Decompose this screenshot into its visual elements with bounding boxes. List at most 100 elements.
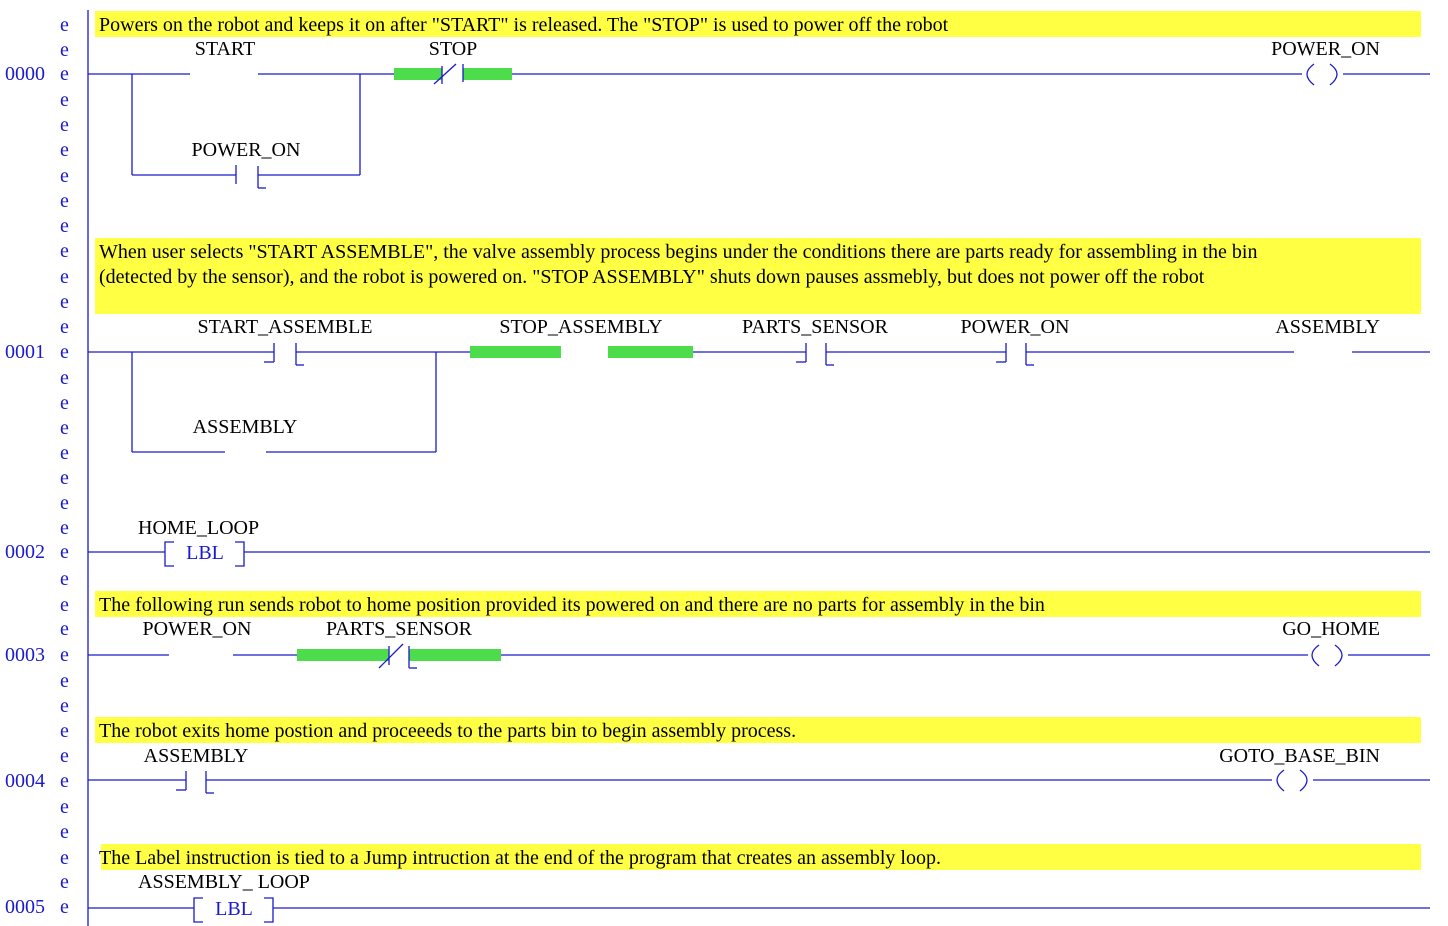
gutter-marker: e <box>60 240 69 262</box>
contact-stop-assembly[interactable] <box>470 346 693 358</box>
gutter-marker: e <box>60 417 69 439</box>
coil-right-arc <box>1299 769 1308 792</box>
coil-tag-goto-base-bin: GOTO_BASE_BIN <box>1219 745 1380 767</box>
rung-0002[interactable]: HOME_LOOP LBL <box>88 517 1430 567</box>
gutter-marker: e <box>60 492 69 514</box>
contact-tag-power-on: POWER_ON <box>143 618 252 640</box>
coil-go-home[interactable] <box>1311 644 1343 667</box>
gutter-marker: e <box>60 392 69 414</box>
energized-highlight <box>297 649 389 661</box>
contact-tag-parts-sensor: PARTS_SENSOR <box>742 316 889 338</box>
lbl-bracket-left <box>193 897 203 923</box>
gutter-marker: e <box>60 266 69 288</box>
rung-number-0001[interactable]: 0001 <box>5 341 45 363</box>
gutter-marker: e <box>60 618 69 640</box>
contact-parts-sensor-nc[interactable] <box>297 643 501 669</box>
ladder-logic-editor: eeeeeeeeeeeeeeeeeeeeeeeeeeeeeeeeeeee 000… <box>0 0 1448 926</box>
contact-tag-start-assemble: START_ASSEMBLE <box>198 316 373 338</box>
rung-comment-line: The following run sends robot to home po… <box>99 594 1045 616</box>
contact-tag-stop: STOP <box>429 38 478 60</box>
gutter-marker: e <box>60 568 69 590</box>
gutter-marker: e <box>60 341 69 363</box>
gutter-marker: e <box>60 695 69 717</box>
energized-highlight <box>470 346 561 358</box>
rung-0005[interactable]: The Label instruction is tied to a Jump … <box>88 844 1430 923</box>
gutter-marker: e <box>60 745 69 767</box>
contact-tag-power-on: POWER_ON <box>961 316 1070 338</box>
gutter-marker: e <box>60 644 69 666</box>
contact-stop-nc[interactable] <box>394 63 512 85</box>
coil-tag-go-home: GO_HOME <box>1282 618 1380 640</box>
gutter-marker: e <box>60 442 69 464</box>
coil-goto-base-bin[interactable] <box>1276 769 1308 792</box>
rung-0001[interactable]: When user selects "START ASSEMBLE", the … <box>88 238 1430 453</box>
coil-left-arc <box>1311 644 1320 667</box>
rung-number-0002[interactable]: 0002 <box>5 541 45 563</box>
lbl-instruction[interactable]: LBL <box>164 541 245 567</box>
rung-comment-line: (detected by the sensor), and the robot … <box>99 266 1205 288</box>
coil-left-arc <box>1306 63 1315 86</box>
gutter-marker: e <box>60 720 69 742</box>
gutter-marker: e <box>60 114 69 136</box>
gutter-marker: e <box>60 190 69 212</box>
branch-tag-assembly: ASSEMBLY <box>193 416 298 438</box>
ladder-diagram: eeeeeeeeeeeeeeeeeeeeeeeeeeeeeeeeeeee 000… <box>5 10 1430 926</box>
gutter-marker: e <box>60 165 69 187</box>
contact-tag-start: START <box>195 38 256 60</box>
rung-comment-line: The robot exits home postion and proceee… <box>99 720 796 742</box>
gutter-marker: e <box>60 316 69 338</box>
lbl-bracket-left <box>164 541 174 567</box>
lbl-bracket-right <box>264 897 274 923</box>
gutter-marker: e <box>60 39 69 61</box>
gutter-marker: e <box>60 89 69 111</box>
label-tag-assembly-loop: ASSEMBLY_ LOOP <box>138 871 310 893</box>
gutter-marker: e <box>60 215 69 237</box>
coil-right-arc <box>1329 63 1338 86</box>
rung-0000[interactable]: Powers on the robot and keeps it on afte… <box>88 11 1430 189</box>
rung-numbers: 0000 0001 0002 0003 0004 0005 <box>5 63 45 918</box>
gutter-marker: e <box>60 770 69 792</box>
gutter-markers: eeeeeeeeeeeeeeeeeeeeeeeeeeeeeeeeeeee <box>60 14 69 918</box>
lbl-text: LBL <box>215 898 253 920</box>
coil-left-arc <box>1276 769 1285 792</box>
coil-power-on[interactable] <box>1306 63 1338 86</box>
rung-comment-line: When user selects "START ASSEMBLE", the … <box>99 241 1257 263</box>
rung-0003[interactable]: The following run sends robot to home po… <box>88 591 1430 669</box>
rung-number-0003[interactable]: 0003 <box>5 644 45 666</box>
gutter-marker: e <box>60 896 69 918</box>
gutter-marker: e <box>60 367 69 389</box>
contact-tag-parts-sensor: PARTS_SENSOR <box>326 618 473 640</box>
lbl-bracket-right <box>235 541 245 567</box>
gutter-marker: e <box>60 821 69 843</box>
branch-tag-power-on: POWER_ON <box>192 139 301 161</box>
gutter-marker: e <box>60 467 69 489</box>
energized-highlight <box>463 68 512 80</box>
gutter-marker: e <box>60 291 69 313</box>
coil-tag-power-on: POWER_ON <box>1271 38 1380 60</box>
energized-highlight <box>608 346 693 358</box>
contact-tag-assembly: ASSEMBLY <box>144 745 249 767</box>
gutter-marker: e <box>60 796 69 818</box>
contact-assembly[interactable] <box>176 771 214 794</box>
contact-tag-stop-assembly: STOP_ASSEMBLY <box>499 316 662 338</box>
gutter-marker: e <box>60 517 69 539</box>
gutter-marker: e <box>60 541 69 563</box>
rung-number-0004[interactable]: 0004 <box>5 770 45 792</box>
rung-number-0005[interactable]: 0005 <box>5 896 45 918</box>
rung-comment-line: Powers on the robot and keeps it on afte… <box>99 14 949 36</box>
contact-power-on[interactable] <box>996 343 1034 366</box>
rung-0004[interactable]: The robot exits home postion and proceee… <box>88 717 1430 794</box>
rung-comment-line: The Label instruction is tied to a Jump … <box>99 847 941 869</box>
lbl-instruction[interactable]: LBL <box>193 897 274 923</box>
energized-highlight <box>394 68 442 80</box>
contact-power-on-no[interactable] <box>235 165 266 189</box>
contact-start-assemble[interactable] <box>264 343 304 366</box>
gutter-marker: e <box>60 14 69 36</box>
lbl-text: LBL <box>186 542 224 564</box>
rung-number-0000[interactable]: 0000 <box>5 63 45 85</box>
gutter-marker: e <box>60 871 69 893</box>
coil-right-arc <box>1334 644 1343 667</box>
gutter-marker: e <box>60 63 69 85</box>
contact-parts-sensor[interactable] <box>796 343 834 366</box>
energized-highlight <box>409 649 501 661</box>
